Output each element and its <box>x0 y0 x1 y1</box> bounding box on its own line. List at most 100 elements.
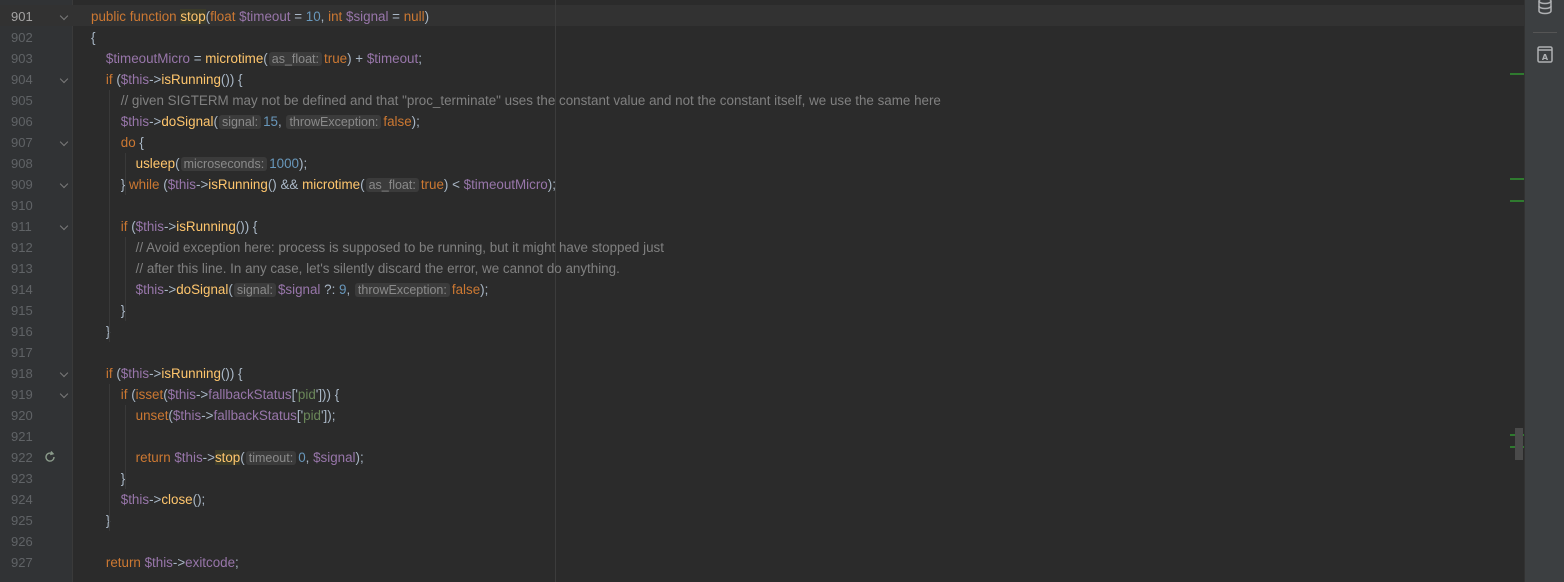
scrollbar-thumb[interactable] <box>1515 428 1523 460</box>
change-marker[interactable] <box>1510 200 1524 202</box>
code-line[interactable]: 905 // given SIGTERM may not be defined … <box>0 90 1524 111</box>
line-number[interactable]: 902 <box>11 27 51 48</box>
code-text[interactable]: if ($this->isRunning()) { <box>91 69 243 90</box>
line-number[interactable]: 904 <box>11 69 51 90</box>
line-number[interactable]: 915 <box>11 300 51 321</box>
code-line[interactable]: 923 } <box>0 468 1524 489</box>
indent-guide <box>125 237 126 321</box>
code-line[interactable]: 903 $timeoutMicro = microtime(as_float: t… <box>0 48 1524 69</box>
a-book-icon[interactable]: A <box>1535 44 1555 64</box>
code-text[interactable]: if (isset($this->fallbackStatus['pid']))… <box>91 384 339 405</box>
fold-chevron-icon[interactable] <box>60 369 70 379</box>
code-line[interactable]: 914 $this->doSignal(signal: $signal ?: 9,… <box>0 279 1524 300</box>
line-number[interactable]: 906 <box>11 111 51 132</box>
code-line[interactable]: 919 if (isset($this->fallbackStatus['pid… <box>0 384 1524 405</box>
line-number[interactable]: 901 <box>11 6 51 27</box>
line-number[interactable]: 921 <box>11 426 51 447</box>
indent-guide <box>125 405 126 489</box>
code-text[interactable]: // given SIGTERM may not be defined and … <box>91 90 941 111</box>
code-text[interactable]: if ($this->isRunning()) { <box>91 216 258 237</box>
recursive-call-icon[interactable] <box>43 450 57 464</box>
line-number[interactable]: 913 <box>11 258 51 279</box>
code-text[interactable]: return $this->exitcode; <box>91 552 239 573</box>
code-line[interactable]: 920 unset($this->fallbackStatus['pid']); <box>0 405 1524 426</box>
code-line[interactable]: 916 } <box>0 321 1524 342</box>
code-line[interactable]: 907 do { <box>0 132 1524 153</box>
code-text[interactable]: return $this->stop(timeout: 0, $signal); <box>91 447 364 469</box>
line-number[interactable]: 926 <box>11 531 51 552</box>
code-text[interactable]: usleep(microseconds: 1000); <box>91 153 307 175</box>
fold-chevron-icon[interactable] <box>60 138 70 148</box>
code-line[interactable]: 912 // Avoid exception here: process is … <box>0 237 1524 258</box>
code-line[interactable]: 918 if ($this->isRunning()) { <box>0 363 1524 384</box>
line-number[interactable]: 916 <box>11 321 51 342</box>
code-line[interactable]: 927 return $this->exitcode; <box>0 552 1524 573</box>
code-line[interactable]: 924 $this->close(); <box>0 489 1524 510</box>
code-line[interactable]: 925 } <box>0 510 1524 531</box>
code-line[interactable]: 902 { <box>0 27 1524 48</box>
code-token: ); <box>547 177 556 192</box>
code-token: pid <box>303 408 321 423</box>
code-text[interactable]: $timeoutMicro = microtime(as_float: true)… <box>91 48 422 70</box>
change-marker[interactable] <box>1510 73 1524 75</box>
code-text[interactable]: $this->doSignal(signal: 15, throwExceptio… <box>91 111 420 133</box>
line-number[interactable]: 909 <box>11 174 51 195</box>
code-text[interactable]: { <box>91 27 95 48</box>
code-token: null <box>403 9 425 24</box>
fold-chevron-icon[interactable] <box>60 390 70 400</box>
code-line[interactable]: 926 <box>0 531 1524 552</box>
code-token: do <box>120 135 140 150</box>
code-line[interactable]: 915 } <box>0 300 1524 321</box>
line-number[interactable]: 912 <box>11 237 51 258</box>
database-icon[interactable] <box>1535 0 1555 16</box>
parameter-hint: timeout: <box>245 451 297 465</box>
code-line[interactable]: 901 public function stop(float $timeout =… <box>0 6 1524 27</box>
code-editor[interactable]: 901 public function stop(float $timeout =… <box>0 0 1564 582</box>
line-number[interactable]: 923 <box>11 468 51 489</box>
code-line[interactable]: 917 <box>0 342 1524 363</box>
code-line[interactable]: 922 return $this->stop(timeout: 0, $signa… <box>0 447 1524 468</box>
fold-chevron-icon[interactable] <box>60 12 70 22</box>
code-text[interactable]: // after this line. In any case, let's s… <box>91 258 620 279</box>
code-token: { <box>91 30 96 45</box>
line-number[interactable]: 925 <box>11 510 51 531</box>
code-token: if <box>120 219 132 234</box>
code-line[interactable]: 904 if ($this->isRunning()) { <box>0 69 1524 90</box>
line-number[interactable]: 924 <box>11 489 51 510</box>
code-line[interactable]: 911 if ($this->isRunning()) { <box>0 216 1524 237</box>
line-number[interactable]: 911 <box>11 216 51 237</box>
line-number[interactable]: 905 <box>11 90 51 111</box>
code-token: fallbackStatus <box>213 408 297 423</box>
line-number[interactable]: 919 <box>11 384 51 405</box>
code-line[interactable]: 910 <box>0 195 1524 216</box>
code-line[interactable]: 921 <box>0 426 1524 447</box>
line-number[interactable]: 908 <box>11 153 51 174</box>
line-number[interactable]: 903 <box>11 48 51 69</box>
code-text[interactable]: unset($this->fallbackStatus['pid']); <box>91 405 336 426</box>
line-number[interactable]: 910 <box>11 195 51 216</box>
fold-chevron-icon[interactable] <box>60 75 70 85</box>
code-text[interactable]: } while ($this->isRunning() && microtime… <box>91 174 556 196</box>
line-number[interactable]: 920 <box>11 405 51 426</box>
code-text[interactable]: } <box>91 510 110 531</box>
panel-divider <box>1533 32 1557 33</box>
code-text[interactable]: $this->doSignal(signal: $signal ?: 9, thr… <box>91 279 488 301</box>
code-line[interactable]: 913 // after this line. In any case, let… <box>0 258 1524 279</box>
code-text[interactable]: // Avoid exception here: process is supp… <box>91 237 664 258</box>
line-number[interactable]: 917 <box>11 342 51 363</box>
code-line[interactable]: 909 } while ($this->isRunning() && micro… <box>0 174 1524 195</box>
fold-chevron-icon[interactable] <box>60 180 70 190</box>
line-number[interactable]: 914 <box>11 279 51 300</box>
line-number[interactable]: 918 <box>11 363 51 384</box>
code-line[interactable]: 908 usleep(microseconds: 1000); <box>0 153 1524 174</box>
fold-chevron-icon[interactable] <box>60 222 70 232</box>
code-text[interactable]: do { <box>91 132 144 153</box>
code-text[interactable]: if ($this->isRunning()) { <box>91 363 243 384</box>
code-text[interactable]: public function stop(float $timeout = 10… <box>91 6 429 27</box>
line-number[interactable]: 907 <box>11 132 51 153</box>
line-number[interactable]: 927 <box>11 552 51 573</box>
code-text[interactable]: } <box>91 321 110 342</box>
code-line[interactable]: 906 $this->doSignal(signal: 15, throwExce… <box>0 111 1524 132</box>
change-marker[interactable] <box>1510 178 1524 180</box>
